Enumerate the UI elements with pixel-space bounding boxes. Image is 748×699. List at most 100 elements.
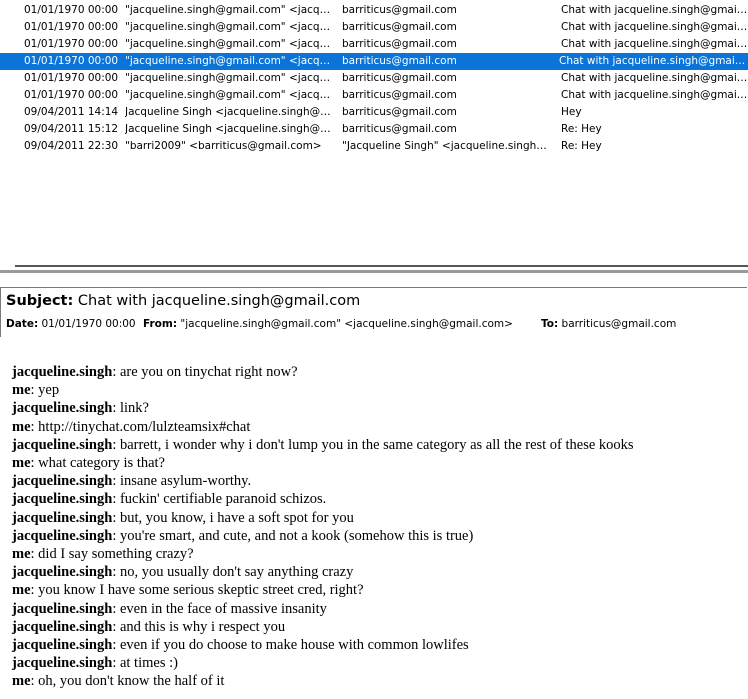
message-subject: Chat with jacqueline.singh@gmail.com bbox=[561, 72, 748, 84]
message-row[interactable]: 09/04/2011 22:30 "barri2009" <barriticus@… bbox=[0, 138, 748, 155]
message-row[interactable]: 01/01/1970 00:00 "jacqueline.singh@gmail.… bbox=[0, 53, 748, 70]
from-label: From: bbox=[143, 318, 178, 330]
message-from: "jacqueline.singh@gmail.com" <jacquelin.… bbox=[125, 55, 335, 67]
message-date: 01/01/1970 00:00 bbox=[24, 38, 119, 50]
chat-speaker: me bbox=[12, 582, 31, 598]
message-date: 01/01/1970 00:00 bbox=[24, 72, 119, 84]
to-label: To: bbox=[541, 318, 559, 330]
message-from: "jacqueline.singh@gmail.com" <jacquelin.… bbox=[125, 38, 335, 50]
subject-line: Subject: Chat with jacqueline.singh@gmai… bbox=[6, 293, 360, 309]
message-subject: Chat with jacqueline.singh@gmail.com bbox=[561, 38, 748, 50]
chat-line: jacqueline.singh: and this is why i resp… bbox=[12, 618, 285, 636]
chat-speaker: jacqueline.singh bbox=[12, 437, 113, 453]
to-field: To: barriticus@gmail.com bbox=[541, 318, 676, 330]
chat-speaker: me bbox=[12, 382, 31, 398]
chat-line: jacqueline.singh: even in the face of ma… bbox=[12, 600, 327, 618]
message-subject: Re: Hey bbox=[561, 123, 602, 135]
date-field: Date: 01/01/1970 00:00 bbox=[6, 318, 136, 330]
message-row[interactable]: 01/01/1970 00:00 "jacqueline.singh@gmail.… bbox=[0, 36, 748, 53]
chat-speaker: jacqueline.singh bbox=[12, 528, 113, 544]
splitter-line bbox=[15, 265, 748, 267]
subject-value: Chat with jacqueline.singh@gmail.com bbox=[77, 293, 361, 309]
chat-speaker: jacqueline.singh bbox=[12, 637, 113, 653]
meta-line: Date: 01/01/1970 00:00 From: "jacqueline… bbox=[6, 318, 746, 334]
message-from: "jacqueline.singh@gmail.com" <jacquelin.… bbox=[125, 4, 335, 16]
chat-speaker: me bbox=[12, 455, 31, 471]
message-to: barriticus@gmail.com bbox=[342, 89, 457, 101]
chat-text: : link? bbox=[112, 400, 149, 416]
message-to: barriticus@gmail.com bbox=[342, 38, 457, 50]
chat-speaker: me bbox=[12, 419, 31, 435]
message-to: barriticus@gmail.com bbox=[342, 4, 457, 16]
message-row[interactable]: 01/01/1970 00:00 "jacqueline.singh@gmail.… bbox=[0, 2, 748, 19]
chat-line: me: what category is that? bbox=[12, 454, 165, 472]
message-date: 01/01/1970 00:00 bbox=[24, 55, 119, 67]
message-from: Jacqueline Singh <jacqueline.singh@gma..… bbox=[125, 106, 335, 118]
chat-text: : at times :) bbox=[112, 655, 178, 671]
chat-text: : you're smart, and cute, and not a kook… bbox=[112, 528, 474, 544]
chat-text: : are you on tinychat right now? bbox=[112, 364, 298, 380]
message-row[interactable]: 01/01/1970 00:00 "jacqueline.singh@gmail.… bbox=[0, 70, 748, 87]
splitter-bar bbox=[0, 270, 748, 273]
message-from: "barri2009" <barriticus@gmail.com> bbox=[125, 140, 322, 152]
date-value: 01/01/1970 00:00 bbox=[41, 318, 136, 330]
message-to: barriticus@gmail.com bbox=[342, 106, 457, 118]
message-header: Subject: Chat with jacqueline.singh@gmai… bbox=[0, 287, 747, 337]
chat-speaker: jacqueline.singh bbox=[12, 491, 113, 507]
chat-speaker: jacqueline.singh bbox=[12, 619, 113, 635]
chat-speaker: jacqueline.singh bbox=[12, 510, 113, 526]
chat-text: : even in the face of massive insanity bbox=[112, 601, 327, 617]
chat-line: jacqueline.singh: even if you do choose … bbox=[12, 636, 469, 654]
chat-speaker: jacqueline.singh bbox=[12, 364, 113, 380]
message-subject: Chat with jacqueline.singh@gmail.com bbox=[559, 55, 746, 67]
message-date: 09/04/2011 22:30 bbox=[24, 140, 119, 152]
message-to: barriticus@gmail.com bbox=[342, 55, 457, 67]
chat-line: jacqueline.singh: link? bbox=[12, 399, 149, 417]
message-row[interactable]: 01/01/1970 00:00 "jacqueline.singh@gmail.… bbox=[0, 19, 748, 36]
chat-speaker: jacqueline.singh bbox=[12, 564, 113, 580]
chat-text: : did I say something crazy? bbox=[30, 546, 194, 562]
message-to: barriticus@gmail.com bbox=[342, 21, 457, 33]
chat-line: jacqueline.singh: barrett, i wonder why … bbox=[12, 436, 634, 454]
chat-speaker: jacqueline.singh bbox=[12, 601, 113, 617]
chat-text: : no, you usually don't say anything cra… bbox=[112, 564, 354, 580]
chat-line: jacqueline.singh: at times :) bbox=[12, 654, 178, 672]
message-date: 09/04/2011 14:14 bbox=[24, 106, 119, 118]
message-from: "jacqueline.singh@gmail.com" <jacquelin.… bbox=[125, 89, 335, 101]
message-to: barriticus@gmail.com bbox=[342, 72, 457, 84]
date-label: Date: bbox=[6, 318, 39, 330]
chat-line: jacqueline.singh: are you on tinychat ri… bbox=[12, 363, 298, 381]
message-row[interactable]: 01/01/1970 00:00 "jacqueline.singh@gmail.… bbox=[0, 87, 748, 104]
from-value: "jacqueline.singh@gmail.com" <jacqueline… bbox=[180, 318, 513, 330]
chat-line: jacqueline.singh: no, you usually don't … bbox=[12, 563, 353, 581]
chat-line: jacqueline.singh: you're smart, and cute… bbox=[12, 527, 473, 545]
message-body: jacqueline.singh: are you on tinychat ri… bbox=[0, 338, 748, 699]
message-list[interactable]: 01/01/1970 00:00 "jacqueline.singh@gmail.… bbox=[0, 0, 748, 256]
chat-text: : barrett, i wonder why i don't lump you… bbox=[112, 437, 634, 453]
chat-line: me: http://tinychat.com/lulzteamsix#chat bbox=[12, 418, 250, 436]
message-row[interactable]: 09/04/2011 15:12 Jacqueline Singh <jacque… bbox=[0, 121, 748, 138]
chat-text: : you know I have some serious skeptic s… bbox=[30, 582, 364, 598]
chat-speaker: jacqueline.singh bbox=[12, 400, 113, 416]
chat-text: : yep bbox=[30, 382, 60, 398]
message-subject: Re: Hey bbox=[561, 140, 602, 152]
chat-text: : http://tinychat.com/lulzteamsix#chat bbox=[30, 419, 251, 435]
message-to: "Jacqueline Singh" <jacqueline.singh@g..… bbox=[342, 140, 554, 152]
chat-line: me: did I say something crazy? bbox=[12, 545, 194, 563]
message-subject: Chat with jacqueline.singh@gmail.com bbox=[561, 89, 748, 101]
chat-text: : but, you know, i have a soft spot for … bbox=[112, 510, 354, 526]
message-subject: Chat with jacqueline.singh@gmail.com bbox=[561, 21, 748, 33]
from-field: From: "jacqueline.singh@gmail.com" <jacq… bbox=[143, 318, 513, 330]
message-date: 01/01/1970 00:00 bbox=[24, 21, 119, 33]
pane-splitter[interactable] bbox=[0, 256, 748, 274]
chat-line: me: yep bbox=[12, 381, 59, 399]
chat-speaker: me bbox=[12, 546, 31, 562]
message-row[interactable]: 09/04/2011 14:14 Jacqueline Singh <jacque… bbox=[0, 104, 748, 121]
message-date: 01/01/1970 00:00 bbox=[24, 4, 119, 16]
message-date: 01/01/1970 00:00 bbox=[24, 89, 119, 101]
to-value: barriticus@gmail.com bbox=[561, 318, 677, 330]
chat-speaker: jacqueline.singh bbox=[12, 655, 113, 671]
chat-text: : even if you do choose to make house wi… bbox=[112, 637, 469, 653]
subject-label: Subject: bbox=[6, 293, 74, 309]
chat-speaker: me bbox=[12, 673, 31, 689]
